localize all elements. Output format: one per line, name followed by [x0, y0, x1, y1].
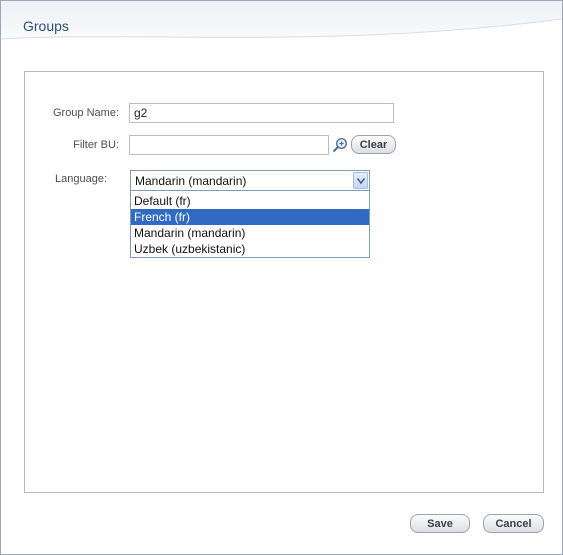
cancel-button-label: Cancel [495, 517, 532, 530]
dialog-title: Groups [23, 18, 69, 34]
header-swoosh [1, 18, 562, 51]
filter-bu-label: Filter BU: [73, 139, 119, 151]
cancel-button[interactable]: Cancel [483, 514, 544, 533]
chevron-down-icon[interactable] [353, 172, 368, 189]
clear-button[interactable]: Clear [351, 135, 396, 154]
language-option-french[interactable]: French (fr) [131, 209, 369, 225]
save-button-label: Save [427, 517, 453, 530]
language-option-uzbek[interactable]: Uzbek (uzbekistanic) [131, 241, 369, 257]
language-selected-value: Mandarin (mandarin) [135, 174, 247, 188]
dialog-header: Groups [1, 1, 562, 51]
groups-dialog: Groups Group Name: Filter BU: Clear Lang… [0, 0, 563, 555]
language-option-default[interactable]: Default (fr) [131, 193, 369, 209]
group-name-label: Group Name: [52, 107, 119, 119]
language-dropdown-list: Default (fr) French (fr) Mandarin (manda… [130, 191, 370, 258]
filter-bu-input[interactable] [129, 135, 329, 155]
clear-button-label: Clear [359, 138, 388, 151]
language-select[interactable]: Mandarin (mandarin) [130, 170, 370, 191]
language-option-mandarin[interactable]: Mandarin (mandarin) [131, 225, 369, 241]
language-label: Language: [55, 173, 107, 185]
group-name-input[interactable] [129, 103, 394, 123]
magnifier-plus-icon[interactable] [332, 137, 348, 153]
save-button[interactable]: Save [410, 514, 470, 533]
